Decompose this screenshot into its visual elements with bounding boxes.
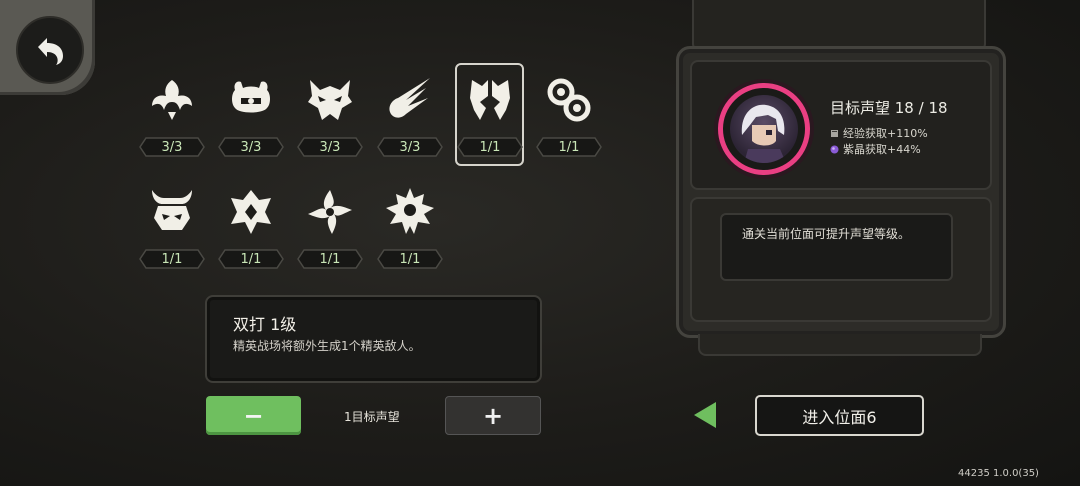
crab-eye-icon [232,81,270,113]
demon-mask-icon [308,80,352,120]
affix-item-9[interactable]: 1/1 [296,186,364,286]
affix-item-10[interactable]: 1/1 [376,186,444,286]
decrease-button[interactable]: − [206,396,301,435]
back-button-circle [16,16,84,84]
twin-fist-icon [470,80,510,120]
affix-item-5[interactable]: 1/1 [456,74,524,174]
affix-count-6: 1/1 [535,136,603,158]
panel-top-cap [692,0,986,50]
affix-count-10: 1/1 [376,248,444,270]
bonus-row-crystal: 紫晶获取+44% [830,141,921,157]
hint-text: 通关当前位面可提升声望等级。 [742,227,911,241]
affix-count-8: 1/1 [217,248,285,270]
affix-count-5: 1/1 [456,136,524,158]
bonus-exp-text: 经验获取+110% [843,127,928,140]
bonus-crystal-text: 紫晶获取+44% [843,143,921,156]
affix-item-1[interactable]: 3/3 [138,74,206,174]
increase-button[interactable]: + [445,396,541,435]
affix-count-4: 3/3 [376,136,444,158]
affix-item-7[interactable]: 1/1 [138,186,206,286]
affix-item-6[interactable]: 1/1 [535,74,603,174]
affix-count-2: 3/3 [217,136,285,158]
affix-count-7: 1/1 [138,248,206,270]
reputation-title: 目标声望 18 / 18 [830,99,948,117]
affix-count-9: 1/1 [296,248,364,270]
character-portrait-icon [741,104,786,163]
affix-item-3[interactable]: 3/3 [296,74,364,174]
character-avatar [718,83,810,175]
crystal-icon [830,145,839,153]
wings-emblem-icon [152,80,192,120]
orb-cluster-icon [547,78,591,122]
affix-description: 精英战场将额外生成1个精英敌人。 [233,339,421,353]
reputation-cost-label: 1目标声望 [344,410,400,424]
back-arrow-icon [38,38,63,65]
affix-description-box: 双打 1级 精英战场将额外生成1个精英敌人。 [205,295,542,383]
enter-plane-button[interactable]: 进入位面6 [755,395,924,436]
flame-crest-icon [231,190,271,234]
hint-box: 通关当前位面可提升声望等级。 [720,213,953,281]
affix-count-1: 3/3 [138,136,206,158]
reputation-panel [676,46,1006,338]
affix-item-8[interactable]: 1/1 [217,186,285,286]
spiked-gear-icon [386,188,434,234]
affix-count-3: 3/3 [296,136,364,158]
affix-item-4[interactable]: 3/3 [376,74,444,174]
book-icon [831,129,838,137]
character-portrait [730,95,798,163]
horned-skull-icon [152,190,192,230]
panel-bottom-cap [698,334,982,356]
previous-arrow-icon[interactable] [692,400,718,430]
comet-icon [389,78,430,118]
shuriken-icon [308,190,352,234]
back-button[interactable] [0,0,95,95]
version-label: 44235 1.0.0(35) [958,468,1039,479]
affix-item-2[interactable]: 3/3 [217,74,285,174]
affix-title: 双打 1级 [233,315,297,334]
bonus-row-exp: 经验获取+110% [830,125,928,141]
